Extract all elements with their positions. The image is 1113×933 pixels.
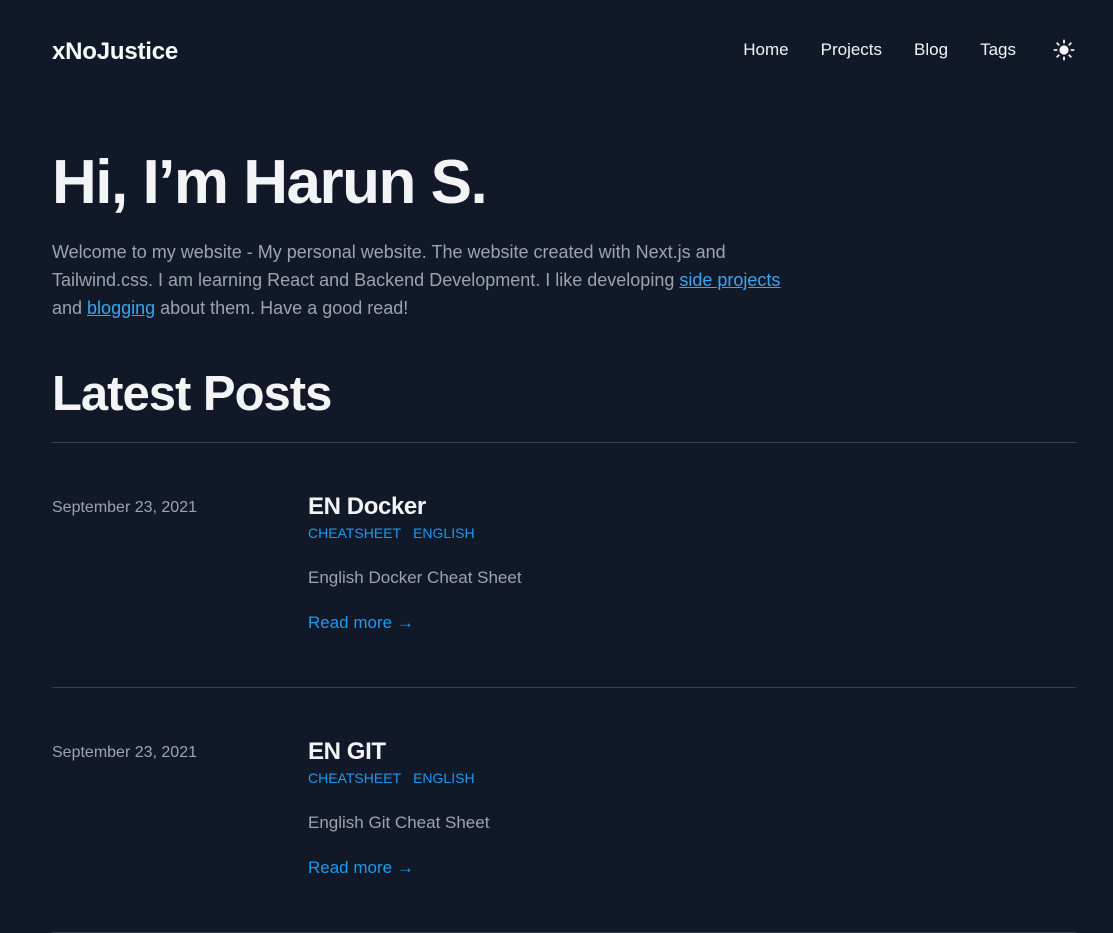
post-tags: CHEATSHEET ENGLISH (308, 525, 522, 541)
site-logo-link[interactable]: xNoJustice (52, 38, 178, 66)
post-item: September 23, 2021 EN GIT CHEATSHEET ENG… (52, 688, 1076, 932)
post-title-link[interactable]: EN GIT (308, 738, 489, 766)
side-projects-link[interactable]: side projects (679, 270, 780, 290)
theme-toggle-button[interactable] (1052, 38, 1076, 62)
hero-title: Hi, I’m Harun S. (52, 148, 488, 217)
page: xNoJustice Home Projects Blog Tags Hi, I… (0, 0, 1113, 933)
post-summary: English Docker Cheat Sheet (308, 568, 522, 587)
post-date: September 23, 2021 (52, 744, 197, 761)
post-summary: English Git Cheat Sheet (308, 813, 490, 832)
site-header: xNoJustice Home Projects Blog Tags (52, 0, 1076, 100)
hero-intro: Welcome to my website - My personal webs… (52, 238, 792, 322)
post-body: EN Docker CHEATSHEET ENGLISH English Doc… (308, 493, 522, 633)
sun-icon (1053, 39, 1075, 61)
nav-home[interactable]: Home (743, 39, 788, 61)
post-body: EN GIT CHEATSHEET ENGLISH English Git Ch… (308, 738, 489, 878)
post-tags: CHEATSHEET ENGLISH (308, 770, 489, 786)
hero-text-part1: Welcome to my website - My personal webs… (52, 242, 726, 290)
nav-blog[interactable]: Blog (914, 39, 948, 61)
hero-text-part3: about them. Have a good read! (155, 298, 409, 318)
tag-link[interactable]: CHEATSHEET (308, 525, 401, 541)
blogging-link[interactable]: blogging (87, 298, 155, 318)
latest-posts-title: Latest Posts (52, 367, 332, 421)
nav-tags[interactable]: Tags (980, 39, 1016, 61)
hero-text-part2: and (52, 298, 88, 318)
post-title-link[interactable]: EN Docker (308, 493, 522, 521)
main-nav: Home Projects Blog Tags (743, 38, 1076, 62)
post-date: September 23, 2021 (52, 499, 197, 516)
post-item: September 23, 2021 EN Docker CHEATSHEET … (52, 443, 1076, 687)
nav-projects[interactable]: Projects (821, 39, 882, 61)
read-more-link[interactable]: Read more → (308, 858, 414, 878)
tag-link[interactable]: ENGLISH (413, 770, 474, 786)
tag-link[interactable]: CHEATSHEET (308, 770, 401, 786)
tag-link[interactable]: ENGLISH (413, 525, 474, 541)
read-more-link[interactable]: Read more → (308, 613, 414, 633)
